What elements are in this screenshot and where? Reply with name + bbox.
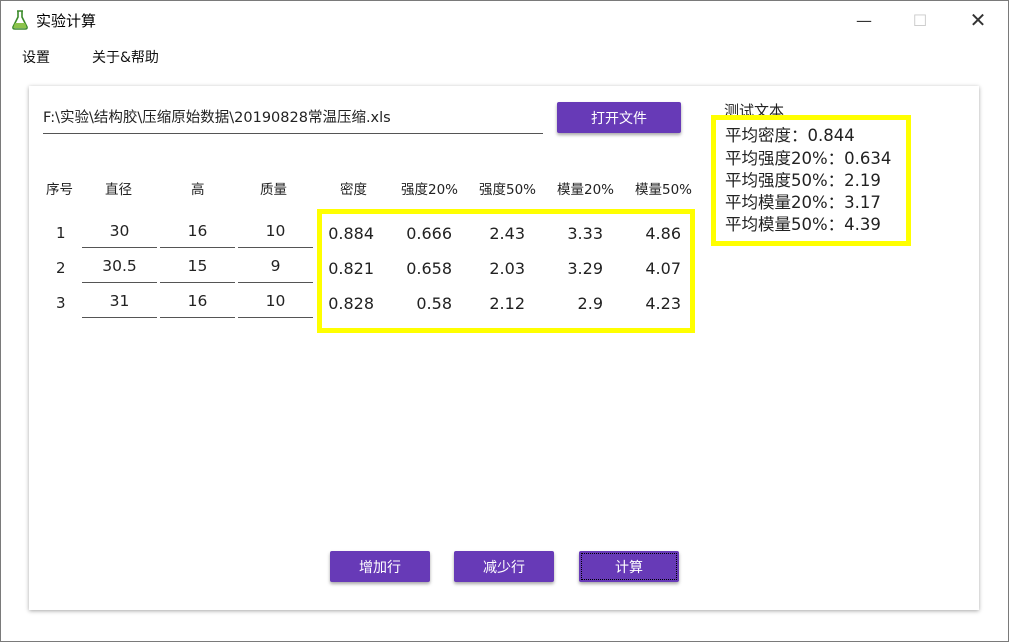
header-index: 序号 xyxy=(46,182,73,198)
calculate-button[interactable]: 计算 xyxy=(579,551,679,582)
results-highlight-box xyxy=(317,209,695,333)
avg-modulus50: 平均模量50%：4.39 xyxy=(725,215,881,234)
header-mass: 质量 xyxy=(260,182,287,198)
header-modulus20: 模量20% xyxy=(557,182,615,198)
avg-modulus20: 平均模量20%：3.17 xyxy=(725,193,881,212)
header-strength50: 强度50% xyxy=(479,182,537,198)
close-button[interactable]: ✕ xyxy=(955,1,1001,39)
mass-input[interactable]: 10 xyxy=(238,217,313,248)
row-index: 1 xyxy=(56,224,66,242)
avg-density: 平均密度：0.844 xyxy=(725,126,855,145)
remove-row-button[interactable]: 减少行 xyxy=(454,551,554,582)
row-index: 3 xyxy=(56,294,66,312)
mass-input[interactable]: 10 xyxy=(238,287,313,318)
row-index: 2 xyxy=(56,259,66,277)
title-bar: 实验计算 — ☐ ✕ xyxy=(1,1,1008,39)
header-density: 密度 xyxy=(340,182,367,198)
open-file-button[interactable]: 打开文件 xyxy=(557,102,681,133)
mass-input[interactable]: 9 xyxy=(238,252,313,283)
avg-strength50: 平均强度50%：2.19 xyxy=(725,171,881,190)
height-input[interactable]: 15 xyxy=(160,252,235,283)
diameter-input[interactable]: 31 xyxy=(82,287,157,318)
file-path-input[interactable]: F:\实验\结构胶\压缩原始数据\20190828常温压缩.xls xyxy=(43,107,543,134)
header-diameter: 直径 xyxy=(105,182,132,198)
window-title: 实验计算 xyxy=(36,12,97,30)
flask-icon xyxy=(12,10,28,30)
minimize-button[interactable]: — xyxy=(841,1,887,39)
add-row-button[interactable]: 增加行 xyxy=(330,551,430,582)
menu-settings[interactable]: 设置 xyxy=(22,47,50,67)
maximize-button[interactable]: ☐ xyxy=(897,1,943,39)
header-modulus50: 模量50% xyxy=(635,182,693,198)
menu-help[interactable]: 关于&帮助 xyxy=(92,47,159,67)
header-height: 高 xyxy=(191,182,205,198)
height-input[interactable]: 16 xyxy=(160,217,235,248)
menu-bar: 设置 关于&帮助 xyxy=(1,39,1008,71)
diameter-input[interactable]: 30 xyxy=(82,217,157,248)
header-strength20: 强度20% xyxy=(401,182,459,198)
avg-strength20: 平均强度20%：0.634 xyxy=(725,149,892,168)
diameter-input[interactable]: 30.5 xyxy=(82,252,157,283)
height-input[interactable]: 16 xyxy=(160,287,235,318)
